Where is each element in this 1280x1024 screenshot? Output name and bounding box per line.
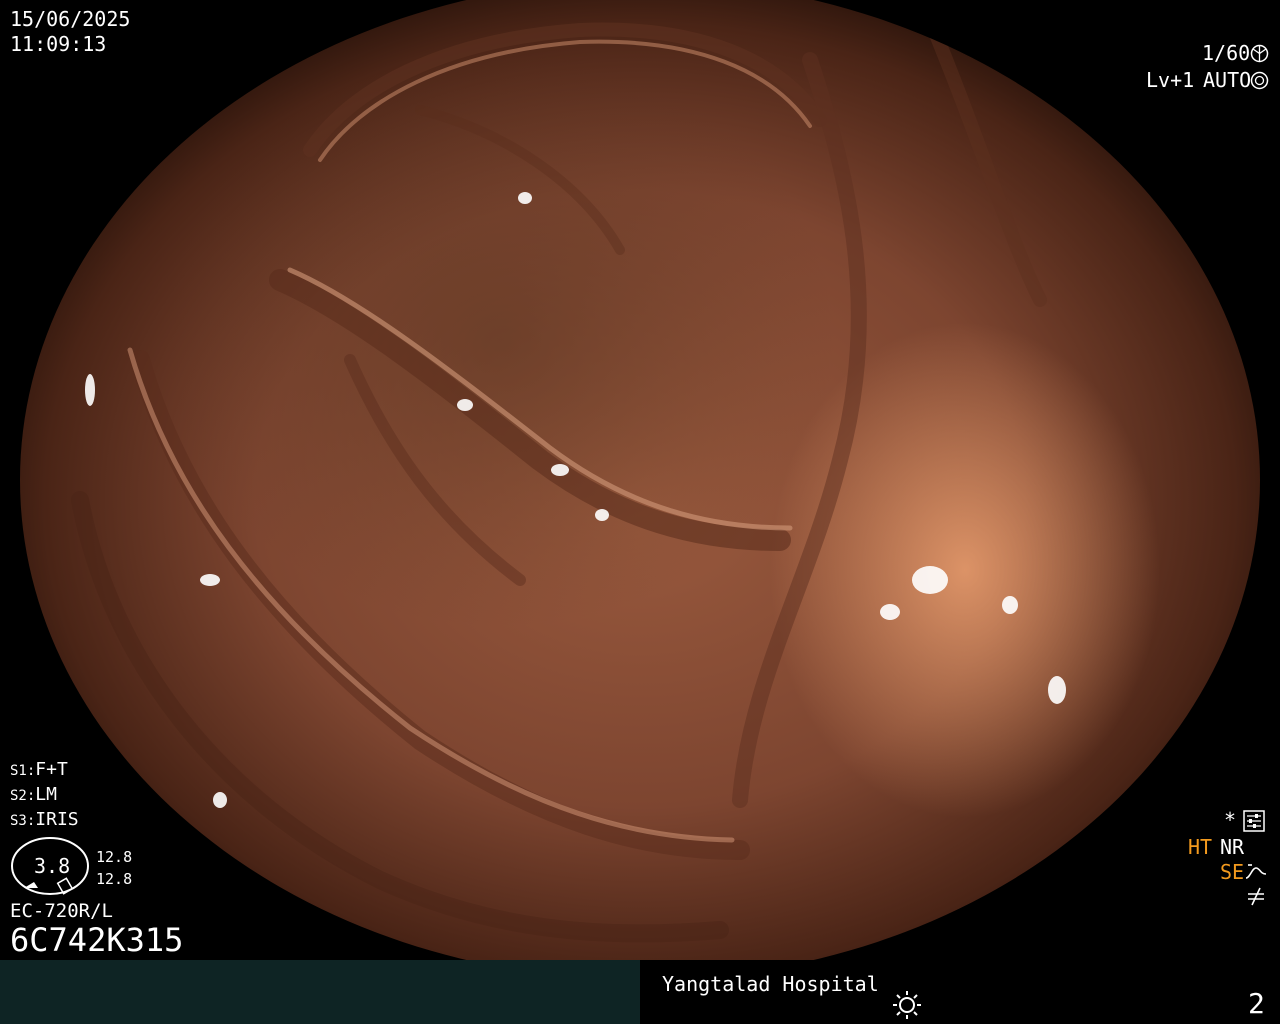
hospital-name: Yangtalad Hospital	[662, 972, 879, 996]
page-number: 2	[1248, 987, 1265, 1020]
mucosa-folds	[71, 13, 1066, 943]
not-equal-icon	[1248, 887, 1264, 906]
shutter-icon	[1250, 44, 1269, 63]
gauge-value: 3.8	[34, 854, 71, 878]
iris-icon	[1250, 71, 1269, 90]
s2-assignment: S2:LM	[10, 784, 57, 805]
light-source-icon	[892, 990, 922, 1020]
settings-sliders-icon	[1243, 810, 1265, 832]
ht-indicator: HT	[1188, 835, 1213, 859]
gauge-lower-value: 12.8	[96, 870, 133, 888]
endoscope-image	[20, 0, 1260, 980]
gauge-upper-value: 12.8	[96, 848, 133, 866]
s1-assignment: S1:F+T	[10, 759, 68, 780]
s3-assignment: S3:IRIS	[10, 809, 79, 830]
asterisk-indicator: *	[1224, 808, 1237, 832]
structure-enhance-icon	[1245, 864, 1267, 879]
footer-left-panel	[0, 960, 640, 1024]
light-level: Lv+1	[1146, 68, 1195, 92]
date-display: 15/06/2025	[10, 7, 131, 31]
se-indicator: SE	[1220, 860, 1245, 884]
time-display: 11:09:13	[10, 32, 107, 56]
iris-mode: AUTO	[1203, 68, 1252, 92]
nr-indicator: NR	[1220, 835, 1245, 859]
scope-serial: 6C742K315	[10, 921, 184, 959]
shutter-speed: 1/60	[1202, 41, 1251, 65]
